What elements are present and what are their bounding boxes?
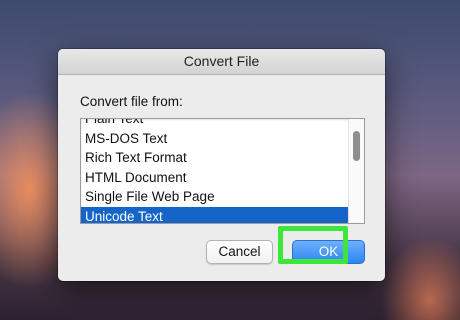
list-item-rich-text-format[interactable]: Rich Text Format [81, 148, 349, 168]
ok-button-highlight [278, 226, 348, 264]
cancel-button[interactable]: Cancel [206, 240, 273, 264]
dialog-title: Convert File [58, 49, 385, 75]
list-item-single-file-web-page[interactable]: Single File Web Page [81, 187, 349, 207]
list-item-plain-text[interactable]: Plain Text [81, 119, 349, 129]
format-list: Plain Text MS-DOS Text Rich Text Format … [81, 119, 349, 223]
convert-from-label: Convert file from: [80, 94, 183, 109]
list-item-ms-dos-text[interactable]: MS-DOS Text [81, 129, 349, 149]
format-listbox[interactable]: Plain Text MS-DOS Text Rich Text Format … [80, 118, 365, 224]
scrollbar-thumb[interactable] [353, 131, 360, 161]
list-scrollbar[interactable] [348, 119, 364, 223]
list-item-html-document[interactable]: HTML Document [81, 168, 349, 188]
list-item-unicode-text[interactable]: Unicode Text [81, 206, 349, 223]
